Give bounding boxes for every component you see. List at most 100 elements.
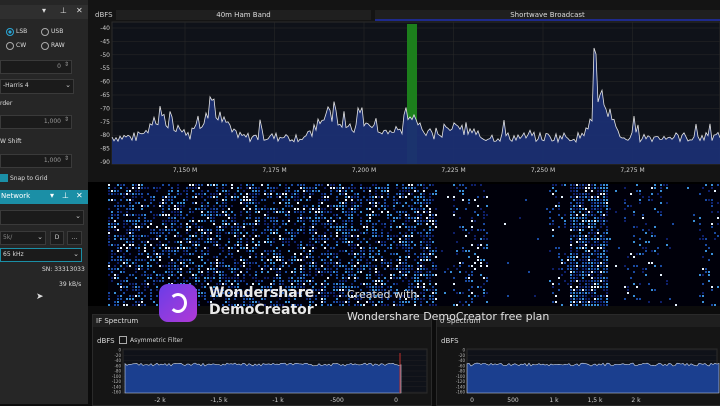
mini-y-tick: -60 [114,363,121,368]
mini-y-tick: 0 [462,348,465,353]
chevron-down-icon: ⌄ [75,212,81,220]
mini-y-tick: -160 [456,390,466,395]
spectrum-y-tick: -65 [100,92,110,99]
numeric-input-2[interactable]: 1,000 ⇕ [0,115,72,129]
mode-label-raw: RAW [51,42,65,49]
spectrum-y-tick: -50 [100,52,110,59]
chevron-down-icon: ⌄ [37,233,43,241]
spectrum-y-tick: -40 [100,25,110,32]
mini-y-tick: -100 [456,374,466,379]
spectrum-y-tick: -45 [100,38,110,45]
numeric-input-3[interactable]: 1,000 ⇕ [0,154,72,168]
spectrum-x-tick: 7,150 M [173,167,197,174]
spectrum-y-tick: -70 [100,105,110,112]
spectrum-x-tick: 7,275 M [620,167,644,174]
pin-icon[interactable]: ⊥ [62,191,69,200]
mini-y-tick: -100 [112,374,122,379]
mini-y-tick: -140 [112,384,122,389]
radio-panel-header: ▾ ⊥ ✕ [0,5,88,19]
mode-radio-raw[interactable] [41,42,49,50]
spin-arrows-icon[interactable]: ⇕ [64,61,69,68]
spectrum-y-tick: -60 [100,79,110,86]
mini-x-tick: 0 [394,397,398,404]
snap-to-grid-checkbox[interactable] [0,174,8,182]
mini-y-tick: -20 [458,353,465,358]
spectrum-x-tick: 7,200 M [352,167,376,174]
mini-x-tick: -500 [330,397,344,404]
mode-label-usb: USB [51,28,64,35]
asymmetric-filter-checkbox[interactable] [119,336,127,344]
watermark-brand-line-2: DemoCreator [209,302,314,318]
network-select-2[interactable]: 5k/ ⌄ [0,231,46,245]
close-icon[interactable]: ✕ [76,6,83,15]
mini-x-tick: -2 k [154,397,166,404]
af-spectrum-plot[interactable]: 0-20-40-60-80-100-120-140-1600 500 1 k 1,5 … [437,347,720,405]
spin-arrows-icon[interactable]: ⇕ [64,116,69,123]
dropdown-icon[interactable]: ▾ [42,6,46,15]
spin-arrows-icon[interactable]: ⇕ [64,155,69,162]
spectrum-x-tick: 7,225 M [441,167,465,174]
mini-y-tick: -140 [456,384,466,389]
left-control-panel: ▾ ⊥ ✕ LSB USB CW RAW 0 ⇕ -Harris 4 ⌄ rde… [0,0,89,404]
spectrum-x-tick: 7,250 M [531,167,555,174]
order-label: rder [0,100,13,107]
mini-y-tick: -80 [458,369,465,374]
close-icon[interactable]: ✕ [76,191,83,200]
mini-x-tick: 1 k [549,397,559,404]
spectrum-y-tick: -85 [100,146,110,153]
spectrum-y-tick: -75 [100,119,110,126]
more-options-button[interactable]: ... [67,231,82,245]
if-spectrum-plot[interactable]: 0-20-40-60-80-100-120-140-160-2 k -1,5 k-… [93,347,431,405]
mini-y-tick: -40 [458,358,465,363]
band-label-40m[interactable]: 40m Ham Band [116,10,371,20]
mode-label-lsb: LSB [16,28,28,35]
shift-label: W Shift [0,138,22,145]
mode-label-cw: CW [16,42,27,49]
mode-radio-usb[interactable] [41,28,49,36]
mode-radio-lsb[interactable] [6,28,14,36]
data-rate: 39 kB/s [59,281,82,288]
mouse-cursor-icon: ➤ [36,292,44,302]
spectrum-y-tick: -90 [100,159,110,166]
mini-y-tick: 0 [118,348,121,353]
mini-x-tick: 2 k [631,397,641,404]
snap-to-grid-label: Snap to Grid [10,175,48,182]
mode-radio-cw[interactable] [6,42,14,50]
mini-y-tick: -120 [112,379,122,384]
bandwidth-select[interactable]: 65 kHz ⌄ [0,248,82,262]
mini-x-tick: -1,5 k [210,397,228,404]
democreator-logo-icon [159,284,197,322]
network-panel-title: Network [1,192,31,200]
chevron-down-icon: ⌄ [73,250,79,258]
watermark-created-with: Created with [347,288,418,301]
af-unit-label: dBFS [441,337,459,345]
spectrum-unit-label: dBFS [95,11,113,19]
spectrum-y-tick: -55 [100,65,110,72]
spectrum-y-tick: -80 [100,132,110,139]
if-unit-label: dBFS [97,337,115,345]
network-select-1[interactable]: ⌄ [0,210,84,225]
mini-x-tick: -1 k [272,397,284,404]
d-button[interactable]: D [50,231,64,245]
chevron-down-icon: ⌄ [65,81,71,89]
mini-y-tick: -40 [114,358,121,363]
mini-y-tick: -120 [456,379,466,384]
watermark-brand-line-1: Wondershare [209,285,315,301]
window-select[interactable]: -Harris 4 ⌄ [0,79,74,94]
mini-x-tick: 0 [470,397,474,404]
mini-y-tick: -20 [114,353,121,358]
pin-icon[interactable]: ⊥ [60,6,67,15]
asymmetric-filter-label: Asymmetric Filter [130,337,183,344]
network-panel-header: Network ▾ ⊥ ✕ [0,190,88,204]
mini-x-tick: 1,5 k [588,397,603,404]
dropdown-icon[interactable]: ▾ [50,191,54,200]
mini-y-tick: -160 [112,390,122,395]
mini-y-tick: -80 [114,369,121,374]
serial-number: SN: 33313033 [42,266,85,273]
democreator-watermark: Wondershare DemoCreator Created with Won… [155,282,615,328]
spectrum-plot[interactable]: -40 -45 -50 -55 -60 -65 -70 -75 -80 -85 -90 7,150 … [88,20,720,182]
numeric-input-1[interactable]: 0 ⇕ [0,60,72,74]
spectrum-x-tick: 7,175 M [262,167,286,174]
mini-x-tick: 500 [507,397,519,404]
watermark-brand: Wondershare DemoCreator [209,285,314,319]
